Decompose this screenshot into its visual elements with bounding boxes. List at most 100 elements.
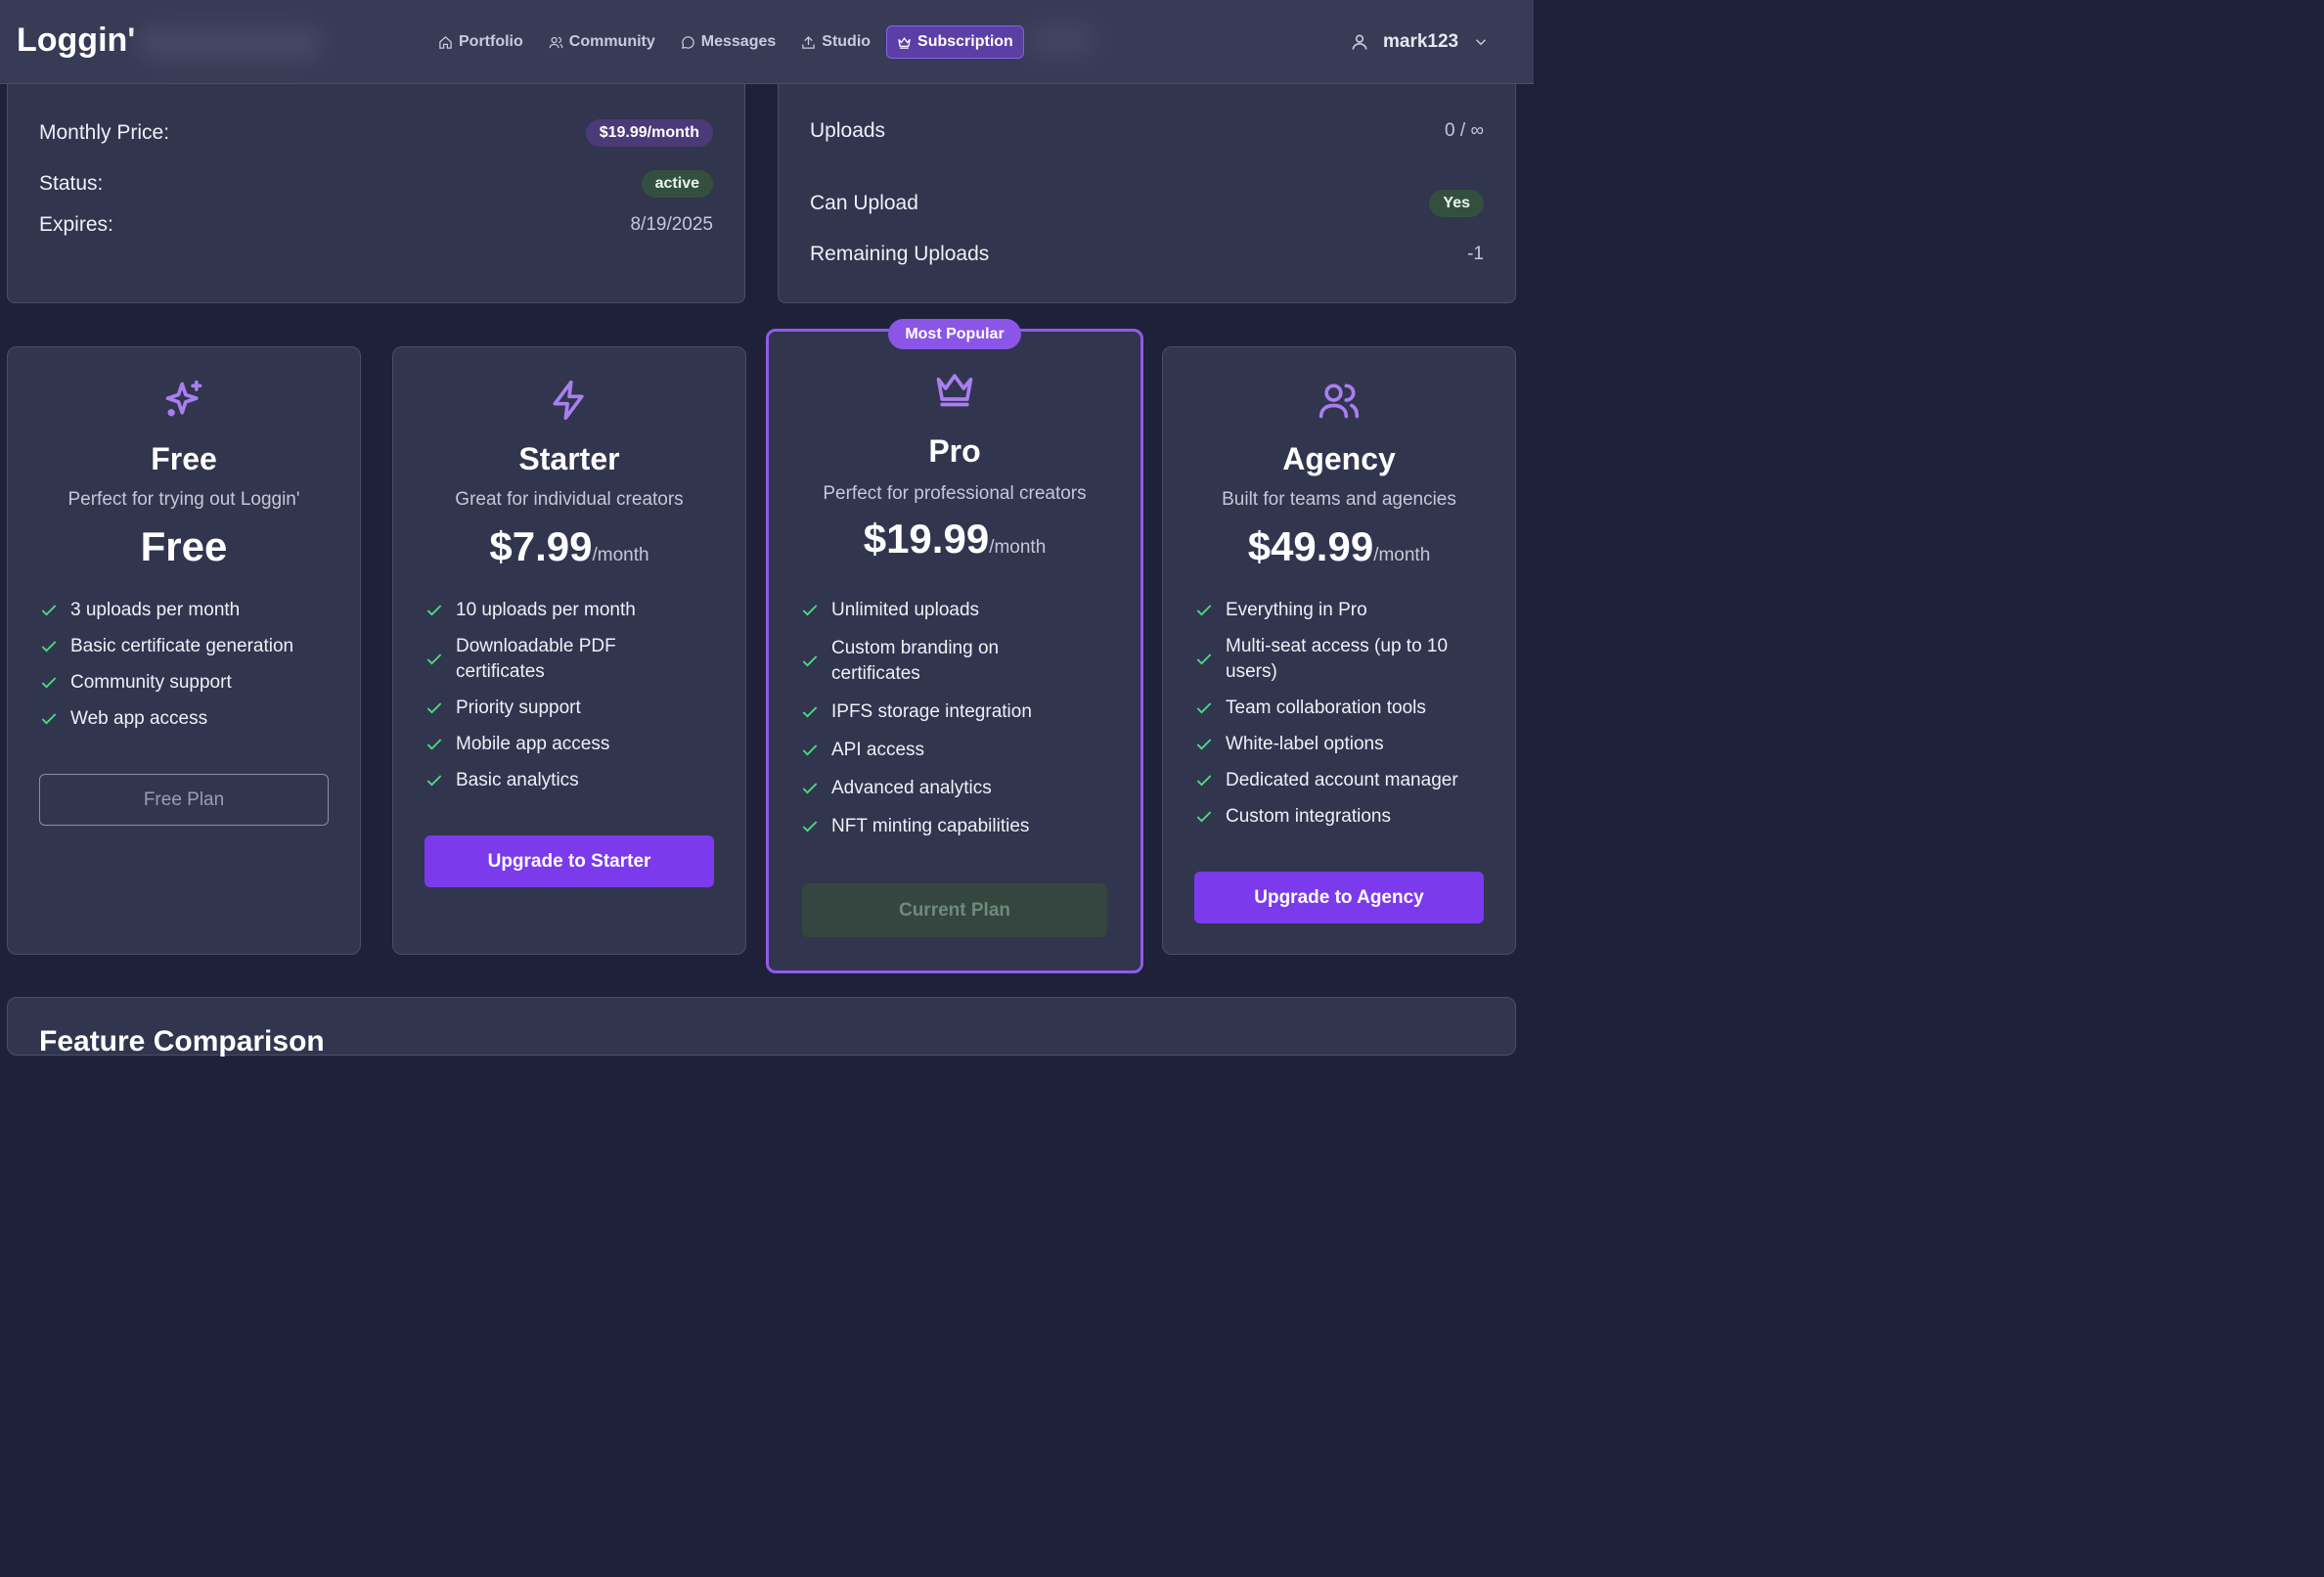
subscription-details-card: Monthly Price: $19.99/month Status: acti…: [7, 84, 745, 303]
users-icon: [549, 36, 563, 48]
plan-price-period: /month: [989, 537, 1047, 558]
plan-card-pro: Pro Perfect for professional creators $1…: [766, 329, 1143, 973]
plan-card-free: Free Perfect for trying out Loggin' Free…: [7, 346, 361, 955]
feature-item: Custom integrations: [1194, 804, 1496, 830]
feature-item: 3 uploads per month: [39, 598, 340, 623]
feature-item: Dedicated account manager: [1194, 768, 1496, 793]
plan-price-amount: Free: [140, 523, 228, 569]
check-icon: [1196, 775, 1212, 787]
feature-item: Mobile app access: [425, 732, 726, 757]
chevron-down-icon[interactable]: [1472, 33, 1490, 51]
feature-label: Custom branding on certificates: [831, 638, 1000, 684]
feature-label: 3 uploads per month: [70, 600, 241, 620]
feature-item: API access: [800, 738, 1121, 763]
feature-item: Web app access: [39, 706, 340, 732]
remaining-uploads-value: -1: [1467, 244, 1484, 264]
can-upload-label: Can Upload: [810, 192, 918, 214]
check-icon: [426, 653, 442, 665]
check-icon: [1196, 702, 1212, 714]
feature-label: White-label options: [1226, 734, 1384, 754]
feature-item: Multi-seat access (up to 10 users): [1194, 634, 1488, 685]
nav-community-label: Community: [568, 33, 655, 50]
can-upload-row: Can Upload Yes: [810, 190, 1484, 217]
expires-row: Expires: 8/19/2025: [39, 213, 713, 237]
check-icon: [41, 677, 57, 689]
plan-description: Perfect for trying out Loggin': [67, 489, 300, 510]
upgrade-to-starter-button[interactable]: Upgrade to Starter: [425, 835, 714, 887]
plan-price-amount: $49.99: [1247, 523, 1374, 569]
feature-label: 10 uploads per month: [456, 600, 636, 620]
monthly-price-badge: $19.99/month: [585, 119, 713, 147]
feature-comparison-section: Feature Comparison: [7, 997, 1516, 1058]
app-logo[interactable]: Loggin': [17, 22, 135, 60]
nav-community[interactable]: Community: [539, 25, 665, 59]
plan-name: Free: [151, 441, 217, 476]
plan-price: Free: [8, 523, 360, 570]
nav-studio-label: Studio: [822, 33, 872, 50]
username: mark123: [1383, 31, 1459, 52]
feature-label: Team collaboration tools: [1226, 698, 1426, 718]
crown-icon: [933, 367, 976, 415]
sparkles-icon: [162, 379, 205, 427]
plan-features: 3 uploads per month Basic certificate ge…: [39, 598, 340, 732]
feature-label: Basic certificate generation: [70, 636, 294, 656]
plan-price: $49.99/month: [1163, 523, 1515, 570]
upload-icon: [802, 35, 816, 49]
plan-name: Pro: [928, 433, 981, 469]
can-upload-badge: Yes: [1429, 190, 1484, 217]
current-plan-button[interactable]: Current Plan: [802, 883, 1107, 937]
feature-item: Team collaboration tools: [1194, 696, 1496, 721]
expires-label: Expires:: [39, 213, 113, 236]
user-menu[interactable]: mark123: [1350, 25, 1490, 59]
feature-label: Web app access: [70, 708, 208, 729]
feature-item: White-label options: [1194, 732, 1496, 757]
check-icon: [1196, 811, 1212, 823]
nav-subscription[interactable]: Subscription: [886, 25, 1024, 59]
top-navigation-bar: Loggin' Portfolio Community Messages Stu…: [0, 0, 1534, 84]
nav-subscription-label: Subscription: [917, 33, 1013, 50]
feature-item: Advanced analytics: [800, 776, 1121, 801]
feature-label: Priority support: [456, 698, 581, 718]
plan-price-amount: $7.99: [489, 523, 593, 569]
feature-item: Everything in Pro: [1194, 598, 1496, 623]
plan-price-period: /month: [592, 545, 649, 565]
plan-features: Everything in Pro Multi-seat access (up …: [1194, 598, 1496, 830]
free-plan-button[interactable]: Free Plan: [39, 774, 329, 826]
blurred-region: [1027, 23, 1095, 57]
feature-label: Multi-seat access (up to 10 users): [1226, 636, 1449, 682]
expires-value: 8/19/2025: [630, 214, 713, 235]
feature-item: Basic certificate generation: [39, 634, 340, 659]
crown-icon: [898, 36, 911, 49]
status-label: Status:: [39, 172, 104, 195]
nav-studio[interactable]: Studio: [791, 25, 880, 59]
feature-label: NFT minting capabilities: [831, 816, 1030, 836]
home-icon: [439, 35, 452, 49]
feature-label: Community support: [70, 672, 232, 693]
check-icon: [1196, 605, 1212, 616]
uploads-label: Uploads: [810, 119, 886, 142]
feature-item: NFT minting capabilities: [800, 814, 1121, 839]
upgrade-to-agency-button[interactable]: Upgrade to Agency: [1194, 872, 1484, 924]
plan-name: Starter: [518, 441, 620, 476]
feature-label: Downloadable PDF certificates: [456, 636, 616, 682]
nav-messages[interactable]: Messages: [671, 25, 786, 59]
users-icon: [1318, 379, 1361, 427]
feature-item: Basic analytics: [425, 768, 726, 793]
feature-item: Community support: [39, 670, 340, 696]
plan-price: $7.99/month: [393, 523, 745, 570]
feature-label: Unlimited uploads: [831, 600, 980, 620]
feature-label: Advanced analytics: [831, 778, 992, 798]
feature-item: Unlimited uploads: [800, 598, 1121, 623]
plan-price-amount: $19.99: [863, 516, 990, 562]
message-icon: [681, 35, 694, 49]
check-icon: [802, 783, 818, 794]
plan-price: $19.99/month: [769, 516, 1140, 563]
nav-portfolio[interactable]: Portfolio: [428, 25, 533, 59]
check-icon: [426, 775, 442, 787]
feature-item: 10 uploads per month: [425, 598, 726, 623]
check-icon: [1196, 653, 1212, 665]
feature-label: API access: [831, 740, 925, 760]
feature-label: Everything in Pro: [1226, 600, 1367, 620]
main-nav: Portfolio Community Messages Studio Subs…: [428, 25, 1024, 59]
plan-description: Perfect for professional creators: [823, 483, 1087, 504]
